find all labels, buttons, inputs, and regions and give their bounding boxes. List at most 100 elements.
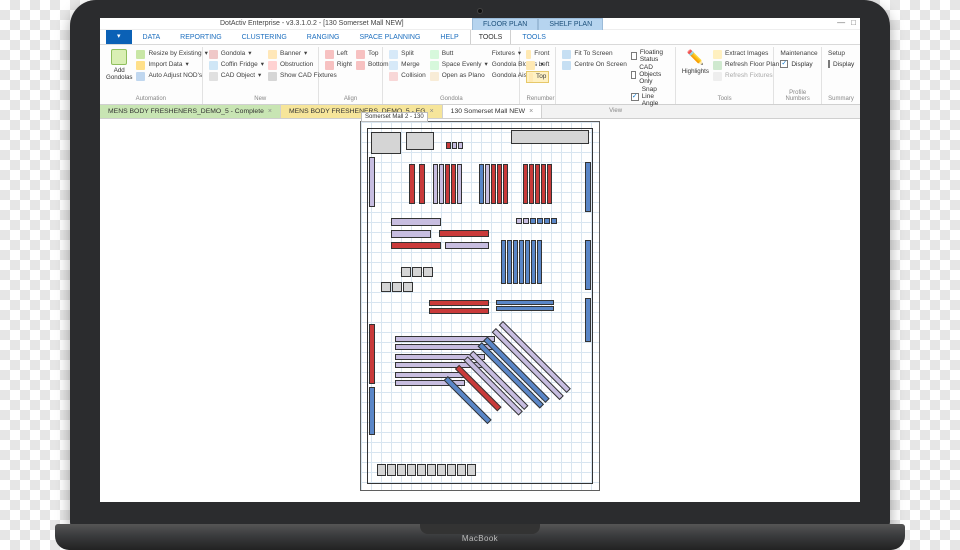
profile-maintenance-button[interactable]: Maintenance [780, 49, 815, 59]
title-bar: DotActiv Enterprise - v3.3.1.0.2 - [130 … [100, 18, 860, 30]
resize-by-existing-button[interactable]: Resize by Existing ▾ [136, 49, 207, 59]
split-button[interactable]: Split [389, 49, 426, 59]
banner-icon [268, 50, 277, 59]
context-tab-floor-plan[interactable]: FLOOR PLAN [472, 18, 538, 30]
fixture-row[interactable] [433, 164, 462, 204]
refresh-fixtures-button[interactable]: Refresh Fixtures [713, 71, 779, 81]
merge-icon [389, 61, 398, 70]
window-controls: — □ [837, 18, 856, 27]
ribbon-tab-tools-1[interactable]: TOOLS [470, 29, 512, 44]
ribbon-tab-reporting[interactable]: REPORTING [171, 29, 231, 44]
ribbon-tab-data[interactable]: DATA [134, 29, 170, 44]
fixture[interactable] [445, 242, 489, 249]
fixture-row[interactable] [496, 300, 554, 311]
fixture[interactable] [429, 308, 489, 314]
fixture[interactable] [395, 336, 495, 342]
space-evenly-button[interactable]: Space Evenly ▾ [430, 60, 488, 70]
fixture[interactable] [369, 157, 375, 207]
maximize-button[interactable]: □ [851, 18, 856, 27]
centre-on-screen-button[interactable]: Centre On Screen [562, 60, 626, 70]
ribbon-tab-tools-2[interactable]: TOOLS [513, 29, 555, 44]
import-data-button[interactable]: Import Data ▾ [136, 60, 207, 70]
fixture-row[interactable] [501, 240, 542, 284]
close-icon[interactable]: × [268, 108, 272, 115]
fixture-row[interactable] [516, 218, 557, 224]
ribbon-group-automation: Add Gondolas Resize by Existing ▾ Import… [100, 47, 203, 104]
align-left-button[interactable]: Left [325, 49, 352, 59]
cad-objects-only-checkbox[interactable]: CAD Objects Only [631, 64, 669, 85]
fixture-row[interactable] [446, 142, 463, 149]
fixture[interactable] [406, 132, 434, 150]
fixture[interactable] [391, 230, 431, 238]
profile-display-checkbox[interactable]: ✓Display [780, 60, 815, 68]
highlights-icon: ✏️ [687, 49, 704, 66]
highlights-button[interactable]: ✏️ Highlights [682, 49, 709, 81]
fixture-row[interactable] [401, 267, 433, 277]
fixture[interactable] [439, 230, 489, 237]
checkbox-icon [631, 71, 636, 79]
refresh-floor-plan-button[interactable]: Refresh Floor Plan [713, 60, 779, 70]
close-icon[interactable]: × [529, 108, 533, 115]
refresh-floor-plan-icon [713, 61, 722, 70]
floor-plan-sheet[interactable]: Somerset Mall 2 - 130 [360, 121, 600, 491]
coffin-fridge-button[interactable]: Coffin Fridge ▾ [209, 60, 264, 70]
checkout-row[interactable] [377, 464, 476, 476]
fixture[interactable] [511, 130, 589, 144]
context-tab-shelf-plan[interactable]: SHELF PLAN [538, 18, 603, 30]
doc-tab-3[interactable]: 130 Somerset Mall NEW× [443, 105, 543, 118]
renumber-front-button[interactable]: Front [526, 49, 549, 59]
floor-plan-canvas[interactable]: Somerset Mall 2 - 130 [100, 119, 860, 502]
fixture[interactable] [391, 242, 441, 249]
snap-line-angle-checkbox[interactable]: ✓Snap Line Angle [631, 86, 669, 107]
align-left-icon [325, 50, 334, 59]
align-right-button[interactable]: Right [325, 60, 352, 70]
minimize-button[interactable]: — [837, 18, 845, 27]
fixture[interactable] [391, 218, 441, 226]
fixture[interactable] [585, 162, 591, 212]
fixture-row[interactable] [523, 164, 552, 204]
fixture-row[interactable] [381, 282, 413, 292]
summary-setup-button[interactable]: Setup [828, 49, 854, 59]
fixture[interactable] [429, 300, 489, 306]
cad-object-icon [209, 72, 218, 81]
extract-images-button[interactable]: Extract Images [713, 49, 779, 59]
doc-tab-1[interactable]: MENS BODY FRESHENERS_DEMO_5 - Complete× [100, 105, 281, 118]
laptop-base: MacBook [55, 524, 905, 550]
close-icon[interactable]: × [430, 108, 434, 115]
fixture[interactable] [369, 324, 375, 384]
camera-dot-icon [477, 8, 483, 14]
fixture[interactable] [369, 387, 375, 435]
floating-status-checkbox[interactable]: Floating Status [631, 49, 669, 63]
ribbon-tab-clustering[interactable]: CLUSTERING [233, 29, 296, 44]
summary-display-checkbox[interactable]: Display [828, 60, 854, 68]
fixture[interactable] [409, 164, 415, 204]
sheet-title: Somerset Mall 2 - 130 [361, 112, 428, 122]
butt-button[interactable]: Butt [430, 49, 488, 59]
open-as-plano-button[interactable]: Open as Plano [430, 71, 488, 81]
ribbon-tab-strip: ▾ DATA REPORTING CLUSTERING RANGING SPAC… [100, 30, 860, 45]
auto-adjust-nods-button[interactable]: Auto Adjust NOD's [136, 71, 207, 81]
ribbon-group-new: Gondola ▾ Coffin Fridge ▾ CAD Object ▾ B… [203, 47, 319, 104]
window-title: DotActiv Enterprise - v3.3.1.0.2 - [130 … [220, 20, 404, 27]
fixture[interactable] [371, 132, 401, 154]
fixture[interactable] [585, 240, 591, 290]
laptop-frame: DotActiv Enterprise - v3.3.1.0.2 - [130 … [55, 0, 905, 550]
ribbon-tab-ranging[interactable]: RANGING [298, 29, 349, 44]
diagonal-aisle[interactable] [481, 330, 591, 440]
cad-object-button[interactable]: CAD Object ▾ [209, 71, 264, 81]
collision-button[interactable]: Collision [389, 71, 426, 81]
gondola-button[interactable]: Gondola ▾ [209, 49, 264, 59]
fit-to-screen-button[interactable]: Fit To Screen [562, 49, 626, 59]
merge-button[interactable]: Merge [389, 60, 426, 70]
renumber-left-icon [526, 61, 535, 70]
centre-on-screen-icon [562, 61, 571, 70]
checkbox-checked-icon: ✓ [631, 93, 639, 101]
fixture[interactable] [419, 164, 425, 204]
ribbon-tab-file[interactable]: ▾ [106, 28, 132, 44]
fixture-row[interactable] [479, 164, 508, 204]
ribbon-tab-help[interactable]: HELP [431, 29, 467, 44]
renumber-left-button[interactable]: Left [526, 60, 549, 70]
add-gondolas-button[interactable]: Add Gondolas [106, 49, 132, 81]
renumber-top-button[interactable]: Top [526, 71, 549, 83]
ribbon-tab-space-planning[interactable]: SPACE PLANNING [350, 29, 429, 44]
